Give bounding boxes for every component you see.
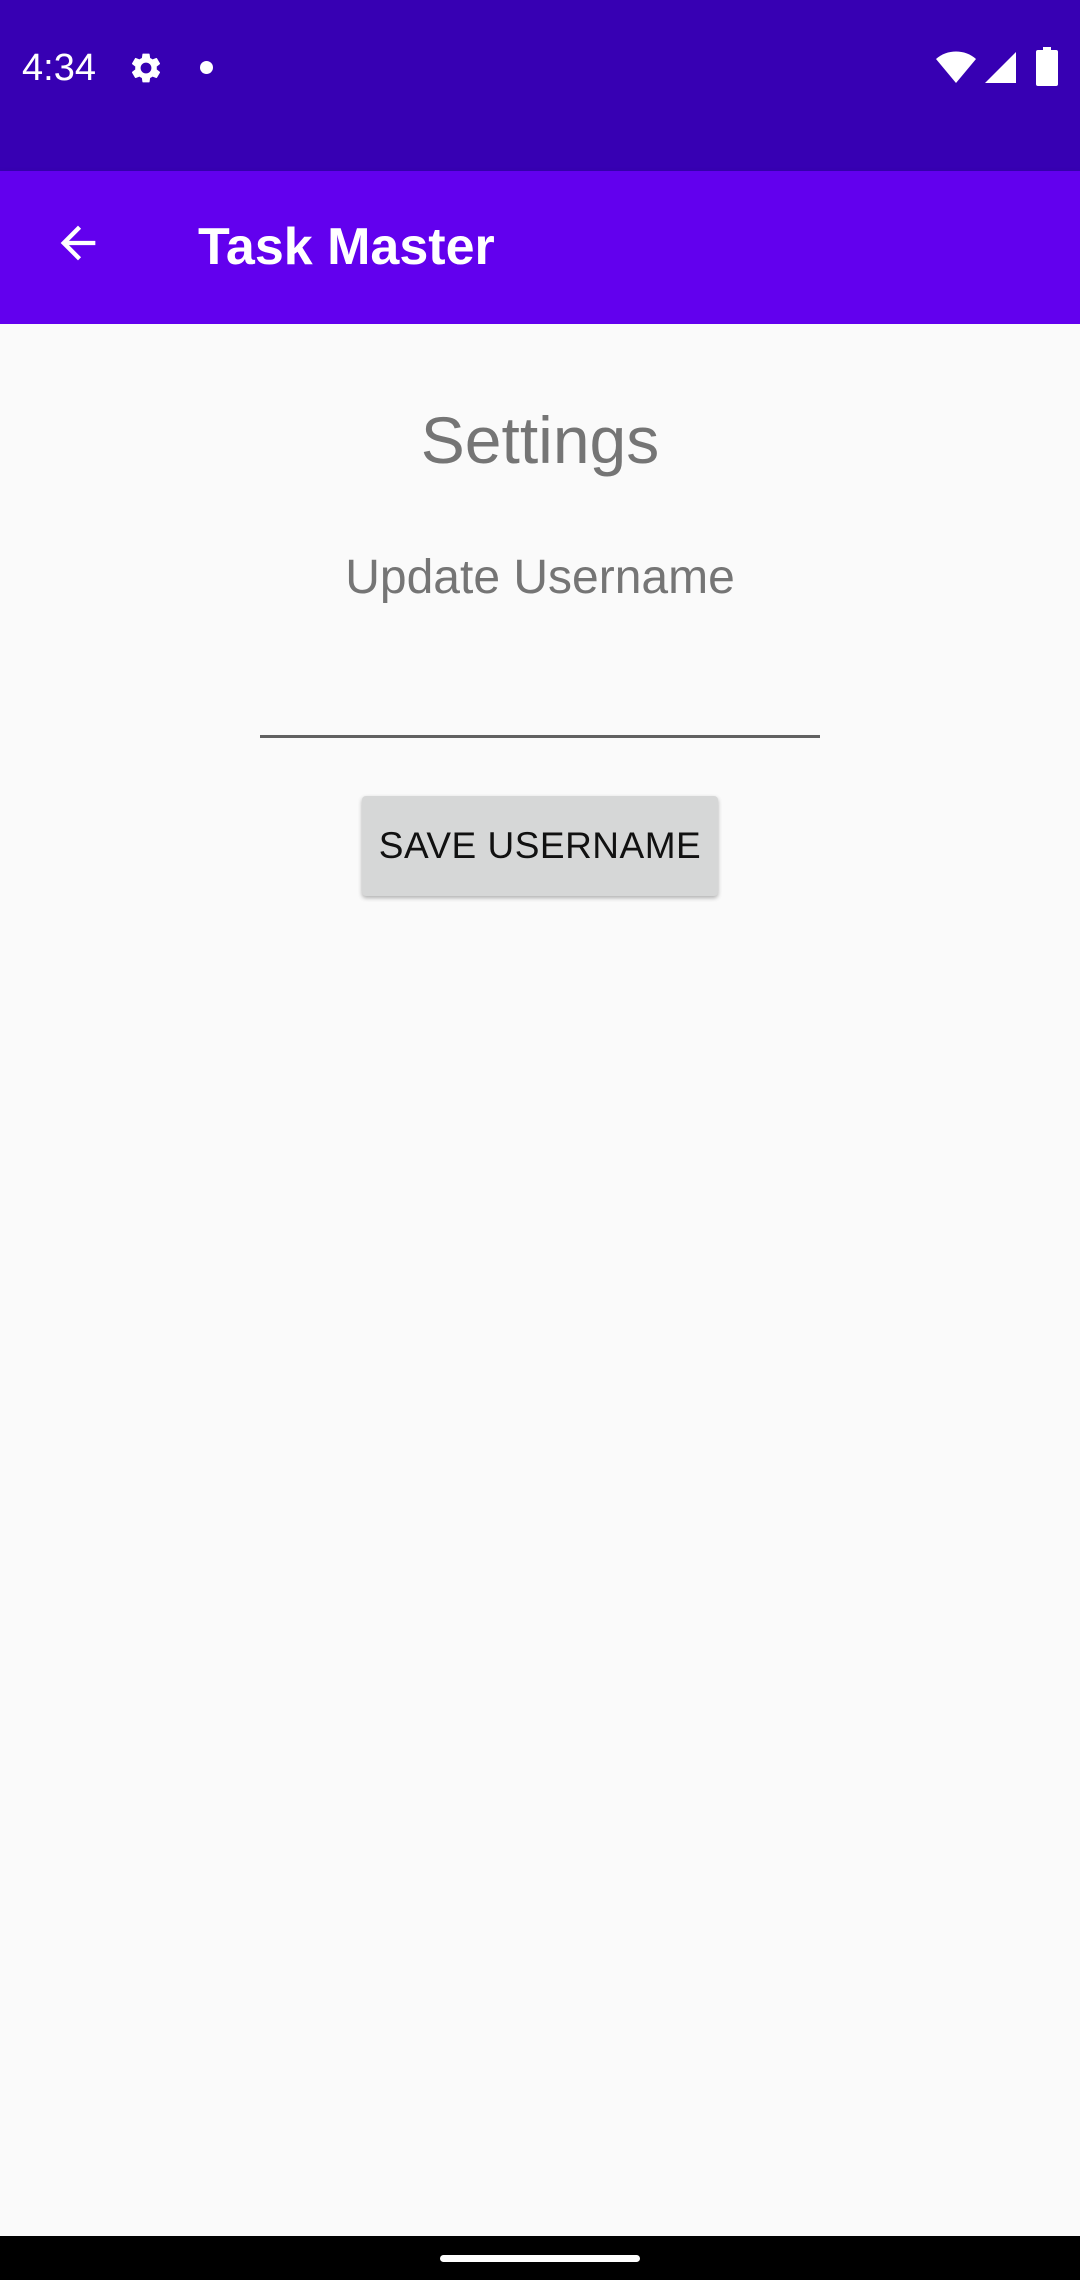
gesture-handle[interactable] — [440, 2255, 640, 2262]
app-title: Task Master — [198, 218, 495, 276]
gear-icon — [131, 53, 161, 83]
navigation-bar — [0, 2236, 1080, 2280]
notification-dot-icon — [200, 61, 213, 74]
wifi-icon — [936, 51, 976, 83]
page-title: Settings — [420, 403, 660, 477]
save-username-button[interactable]: SAVE USERNAME — [362, 796, 718, 896]
back-button[interactable] — [42, 207, 114, 279]
signal-icon — [985, 52, 1016, 83]
arrow-back-icon — [60, 225, 96, 261]
update-username-label: Update Username — [345, 551, 735, 604]
battery-icon — [1036, 47, 1058, 86]
status-time: 4:34 — [22, 47, 96, 89]
settings-content: Settings Update Username SAVE USERNAME — [0, 324, 1080, 2236]
username-input[interactable] — [260, 654, 820, 738]
status-bar: 4:34 — [0, 0, 1080, 171]
app-bar: Task Master — [0, 171, 1080, 324]
